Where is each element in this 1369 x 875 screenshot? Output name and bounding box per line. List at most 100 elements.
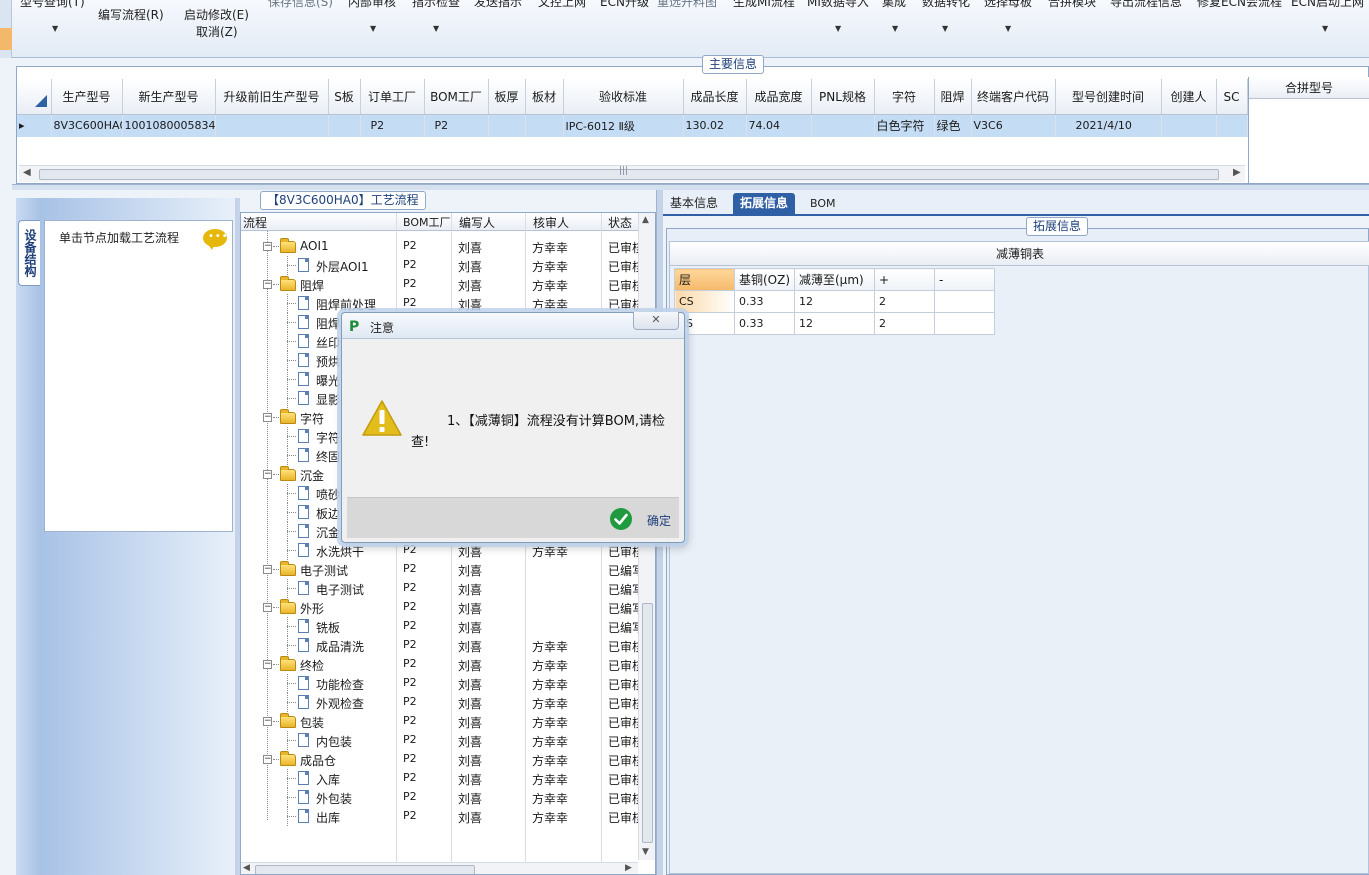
process-tree-hscrollbar[interactable]: ◀ ▶ [241,862,638,874]
cell[interactable]: 绿色 [934,114,972,137]
cell[interactable]: P2 [424,114,489,137]
chevron-down-icon[interactable]: ▼ [52,24,58,33]
col-header[interactable]: - [934,268,995,291]
close-button[interactable]: ✕ [633,312,679,330]
tree-row[interactable]: 外观检查 P2 刘喜 方幸幸 已审核 [241,693,644,712]
toolbar-send-instruction[interactable]: 发送指示 [474,0,522,10]
chevron-down-icon[interactable]: ▼ [1322,24,1328,33]
tree-row[interactable]: − AOI1 P2 刘喜 方幸幸 已审核 [241,237,644,256]
cell[interactable]: 白色字符 [874,114,935,137]
toolbar-generate-mi[interactable]: 生成MI流程 [733,0,795,10]
col-header[interactable]: 升级前旧生产型号 [215,79,329,115]
tree-row[interactable]: 功能检查 P2 刘喜 方幸幸 已审核 [241,674,644,693]
tab-bom[interactable]: BOM [803,193,843,216]
tree-row[interactable]: − 电子测试 P2 刘喜 已编写 [241,560,644,579]
col-header[interactable]: 成品宽度 [746,79,812,115]
tree-row[interactable]: 出库 P2 刘喜 方幸幸 已审核 [241,807,644,826]
collapse-toggle-icon[interactable]: − [263,242,272,251]
chevron-left-icon[interactable]: ◀ [243,863,250,873]
ok-button[interactable]: 确定 [609,504,675,532]
toolbar-ecn-upgrade[interactable]: ECN升级 [600,0,649,10]
col-header[interactable]: 状态 [608,214,632,231]
cell[interactable] [215,114,329,137]
toolbar-cancel[interactable]: 取消(Z) [196,23,238,40]
collapse-toggle-icon[interactable]: − [263,470,272,479]
grid-corner[interactable] [17,79,52,115]
col-header[interactable]: 创建人 [1161,79,1217,115]
chevron-right-icon[interactable]: ▶ [625,863,632,873]
tree-row[interactable]: 阻焊前处理 P2 刘喜 方幸幸 已审核 [241,294,644,313]
main-grid-hscrollbar[interactable]: ◀ ||| ▶ [19,165,1245,182]
tab-extended-info[interactable]: 拓展信息 [733,193,796,216]
toolbar-left-stub[interactable] [0,28,12,50]
chevron-down-icon[interactable]: ▼ [835,24,841,33]
col-header[interactable]: BOM工厂 [403,214,451,230]
cell[interactable]: 0.33 [734,312,795,335]
toolbar-ecn-start-online[interactable]: ECN启动上网 [1291,0,1364,10]
col-header[interactable]: PNL规格 [811,79,875,115]
cell[interactable] [525,114,564,137]
toolbar-mi-import[interactable]: MI数据导入 [807,0,869,10]
cell[interactable]: 12 [794,290,875,313]
cell[interactable] [811,114,875,137]
col-header[interactable]: 新生产型号 [122,79,216,115]
tab-basic-info[interactable]: 基本信息 [663,193,725,216]
chevron-left-icon[interactable]: ◀ [23,167,31,178]
col-header[interactable]: + [874,268,935,291]
cell[interactable] [1161,114,1217,137]
scroll-thumb[interactable] [642,603,653,843]
chevron-down-icon[interactable]: ▼ [642,847,649,857]
cell[interactable]: P2 [360,114,425,137]
tree-row[interactable]: − 终检 P2 刘喜 方幸幸 已审核 [241,655,644,674]
cell[interactable]: CS [674,290,735,313]
scroll-thumb[interactable] [255,865,475,874]
col-header[interactable]: 型号创建时间 [1055,79,1162,115]
col-header[interactable]: 板厚 [488,79,526,115]
collapse-toggle-icon[interactable]: − [263,280,272,289]
toolbar-integrate[interactable]: 集成 [882,0,906,10]
col-header[interactable]: SC [1216,79,1248,115]
scroll-thumb[interactable] [39,169,1219,180]
col-header[interactable]: 基铜(OZ) [734,268,795,291]
tree-row[interactable]: 成品清洗 P2 刘喜 方幸幸 已审核 [241,636,644,655]
tree-row[interactable]: 铣板 P2 刘喜 已编写 [241,617,644,636]
col-header[interactable]: 字符 [874,79,935,115]
cell[interactable]: V3C6 [971,114,1056,137]
cell[interactable]: 2021/4/10 [1055,114,1162,137]
tree-row[interactable]: − 阻焊 P2 刘喜 方幸幸 已审核 [241,275,644,294]
col-header[interactable]: 核审人 [533,214,569,231]
chevron-right-icon[interactable]: ▶ [1233,167,1241,178]
tree-row[interactable]: 水洗烘干 P2 刘喜 方幸幸 已审核 [241,541,644,560]
collapse-toggle-icon[interactable]: − [263,717,272,726]
col-header[interactable]: 层 [674,268,735,291]
cell[interactable]: 74.04 [746,114,812,137]
col-header[interactable]: BOM工厂 [424,79,489,115]
toolbar-doc-online[interactable]: 文控上网 [538,0,586,10]
toolbar-internal-review[interactable]: 内部审核 [348,0,396,10]
cell[interactable]: 10010800058345 [122,114,216,137]
chevron-down-icon[interactable]: ▼ [892,24,898,33]
collapse-toggle-icon[interactable]: − [263,603,272,612]
col-header[interactable]: S板 [328,79,361,115]
toolbar-data-convert[interactable]: 数据转化 [922,0,970,10]
cell[interactable]: 8V3C600HA0 [51,114,123,137]
cell[interactable]: IPC-6012 Ⅱ级 [563,114,684,137]
toolbar-repair-ecn[interactable]: 修复ECN会流程 [1197,0,1282,10]
col-header[interactable]: 验收标准 [563,79,684,115]
toolbar-merge-module[interactable]: 合拼模块 [1048,0,1096,10]
chevron-down-icon[interactable]: ▼ [942,24,948,33]
col-header[interactable]: 减薄至(μm) [794,268,875,291]
toolbar-select-mother-board[interactable]: 选择母板 [984,0,1032,10]
tree-row[interactable]: 电子测试 P2 刘喜 已编写 [241,579,644,598]
toolbar-save-info[interactable]: 保存信息(S) [268,0,333,10]
toolbar-start-modify[interactable]: 启动修改(E) [184,6,249,23]
col-header[interactable]: 终端客户代码 [971,79,1056,115]
tree-row[interactable]: 外层AOI1 P2 刘喜 方幸幸 已审核 [241,256,644,275]
col-header[interactable]: 编写人 [459,214,495,231]
tree-row[interactable]: − 包装 P2 刘喜 方幸幸 已审核 [241,712,644,731]
cell[interactable] [934,290,995,313]
tree-row[interactable]: − 成品仓 P2 刘喜 方幸幸 已审核 [241,750,644,769]
collapse-toggle-icon[interactable]: − [263,565,272,574]
table-row[interactable]: ▸ 8V3C600HA0 10010800058345 P2 P2 IPC-60… [17,114,1248,137]
collapse-toggle-icon[interactable]: − [263,660,272,669]
